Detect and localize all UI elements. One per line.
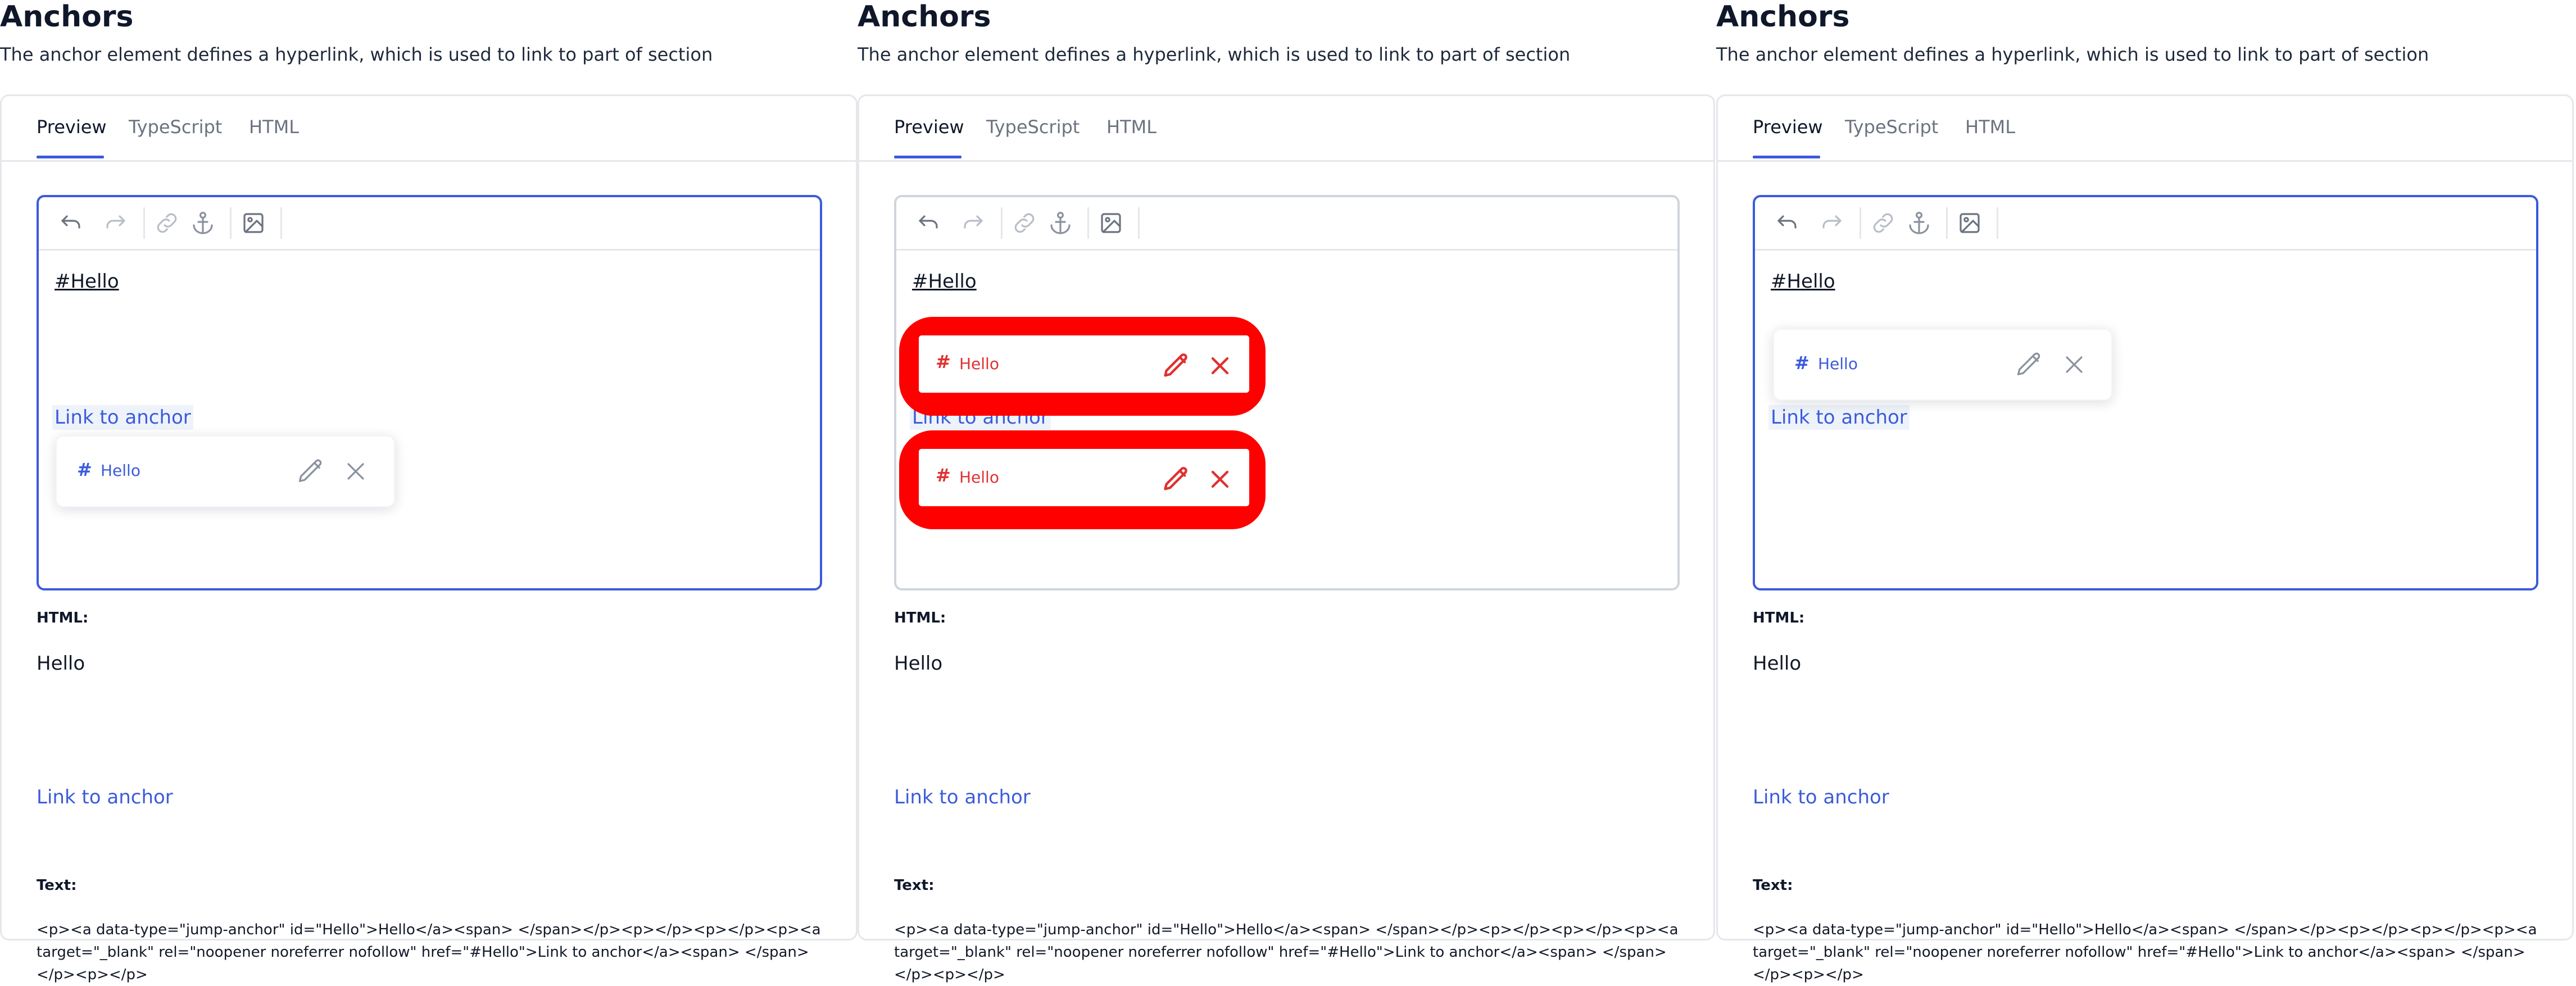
toolbar-divider xyxy=(230,207,232,239)
redo-icon[interactable] xyxy=(959,210,986,237)
text-output-label: Text: xyxy=(894,877,935,894)
html-output-hello: Hello xyxy=(37,652,85,675)
undo-icon[interactable] xyxy=(1774,210,1801,237)
highlighted-anchor-popup: # Hello xyxy=(899,317,1266,416)
image-icon[interactable] xyxy=(1097,210,1124,237)
close-icon[interactable] xyxy=(1205,351,1235,380)
anchor-popup: # Hello xyxy=(916,333,1252,396)
demo-card: Preview TypeScript HTML #Hello Link to a… xyxy=(0,94,858,983)
close-icon[interactable] xyxy=(1205,465,1235,494)
active-tab-indicator xyxy=(37,156,104,158)
redo-icon[interactable] xyxy=(1818,210,1845,237)
anchor-popup-label: Hello xyxy=(959,355,999,373)
pencil-icon[interactable] xyxy=(296,457,325,486)
editor-anchor-link[interactable]: Link to anchor xyxy=(52,405,193,430)
tab-html[interactable]: HTML xyxy=(1965,116,2015,138)
text-output-code: <p><a data-type="jump-anchor" id="Hello"… xyxy=(894,921,1679,983)
toolbar-divider xyxy=(1860,207,1861,239)
hash-icon: # xyxy=(936,351,951,372)
anchor-popup-label: Hello xyxy=(1818,355,1858,373)
tab-html[interactable]: HTML xyxy=(1106,116,1157,138)
anchor-popup-label: Hello xyxy=(959,468,999,487)
anchor-popup: # Hello xyxy=(56,435,395,507)
editor-anchor-text[interactable]: #Hello xyxy=(1771,270,1835,293)
tab-typescript[interactable]: TypeScript xyxy=(986,116,1080,138)
text-output-label: Text: xyxy=(1753,877,1793,894)
html-output-label: HTML: xyxy=(1753,610,1805,626)
page-description: The anchor element defines a hyperlink, … xyxy=(1716,44,2429,65)
text-output-code: <p><a data-type="jump-anchor" id="Hello"… xyxy=(37,921,821,983)
hash-icon: # xyxy=(77,459,92,480)
link-icon[interactable] xyxy=(1011,210,1038,237)
page-description: The anchor element defines a hyperlink, … xyxy=(858,44,1571,65)
toolbar-divider xyxy=(280,207,282,239)
page-title: Anchors xyxy=(0,0,134,34)
toolbar-divider xyxy=(1946,207,1948,239)
html-output-link[interactable]: Link to anchor xyxy=(894,786,1031,808)
pencil-icon[interactable] xyxy=(1162,465,1191,494)
page-title: Anchors xyxy=(1716,0,1850,34)
editor-toolbar xyxy=(1755,197,2536,251)
text-output-code: <p><a data-type="jump-anchor" id="Hello"… xyxy=(1753,921,2537,983)
anchor-icon[interactable] xyxy=(1047,210,1074,237)
redo-icon[interactable] xyxy=(102,210,129,237)
image-icon[interactable] xyxy=(1956,210,1983,237)
tab-preview[interactable]: Preview xyxy=(1753,116,1823,138)
undo-icon[interactable] xyxy=(58,210,85,237)
toolbar-divider xyxy=(143,207,145,239)
undo-icon[interactable] xyxy=(915,210,942,237)
anchor-popup: # Hello xyxy=(916,446,1252,509)
demo-card: Preview TypeScript HTML #Hello Link to a… xyxy=(1716,94,2574,983)
text-output-label: Text: xyxy=(37,877,77,894)
html-output-label: HTML: xyxy=(894,610,946,626)
page-title: Anchors xyxy=(858,0,991,34)
editor-toolbar xyxy=(896,197,1677,251)
tab-bar: Preview TypeScript HTML xyxy=(859,96,1713,162)
toolbar-divider xyxy=(1001,207,1003,239)
active-tab-indicator xyxy=(894,156,962,158)
anchor-popup: # Hello xyxy=(1773,329,2112,401)
tab-preview[interactable]: Preview xyxy=(37,116,107,138)
close-icon[interactable] xyxy=(341,457,370,486)
hash-icon: # xyxy=(1794,352,1809,374)
editor-anchor-text[interactable]: #Hello xyxy=(55,270,119,293)
anchor-icon[interactable] xyxy=(1906,210,1933,237)
html-output-link[interactable]: Link to anchor xyxy=(37,786,173,808)
editor-anchor-link[interactable]: Link to anchor xyxy=(1768,405,1910,430)
active-tab-indicator xyxy=(1753,156,1820,158)
html-output-link[interactable]: Link to anchor xyxy=(1753,786,1889,808)
pencil-icon[interactable] xyxy=(1162,351,1191,380)
panel-left: Anchors The anchor element defines a hyp… xyxy=(0,0,860,983)
rich-text-editor[interactable]: #Hello Link to anchor xyxy=(37,195,822,590)
toolbar-divider xyxy=(1138,207,1140,239)
tab-html[interactable]: HTML xyxy=(249,116,299,138)
hash-icon: # xyxy=(936,465,951,486)
tab-bar: Preview TypeScript HTML xyxy=(1718,96,2572,162)
anchor-popup-label: Hello xyxy=(101,461,140,480)
editor-anchor-text[interactable]: #Hello xyxy=(912,270,977,293)
toolbar-divider xyxy=(1087,207,1089,239)
pencil-icon[interactable] xyxy=(2015,350,2044,379)
close-icon[interactable] xyxy=(2060,350,2089,379)
link-icon[interactable] xyxy=(1870,210,1897,237)
toolbar-divider xyxy=(1997,207,1998,239)
tab-preview[interactable]: Preview xyxy=(894,116,964,138)
anchor-icon[interactable] xyxy=(189,210,216,237)
highlighted-anchor-popup: # Hello xyxy=(899,430,1266,529)
html-output-label: HTML: xyxy=(37,610,89,626)
editor-toolbar xyxy=(39,197,820,251)
panel-right: Anchors The anchor element defines a hyp… xyxy=(1716,0,2576,983)
link-icon[interactable] xyxy=(153,210,180,237)
image-icon[interactable] xyxy=(240,210,267,237)
tab-typescript[interactable]: TypeScript xyxy=(129,116,222,138)
tab-typescript[interactable]: TypeScript xyxy=(1845,116,1938,138)
page-description: The anchor element defines a hyperlink, … xyxy=(0,44,713,65)
tab-bar: Preview TypeScript HTML xyxy=(2,96,856,162)
html-output-hello: Hello xyxy=(1753,652,1802,675)
html-output-hello: Hello xyxy=(894,652,943,675)
panel-middle: Anchors The anchor element defines a hyp… xyxy=(858,0,1717,983)
